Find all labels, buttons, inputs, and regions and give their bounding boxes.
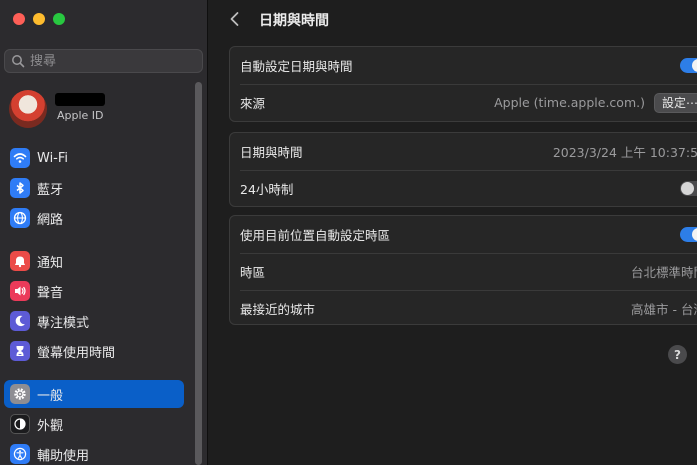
toolbar: 日期與時間: [209, 0, 697, 38]
main-pane: 日期與時間 自動設定日期與時間 來源 Apple (time.apple.com…: [209, 0, 697, 465]
time-zone-group: 使用目前位置自動設定時區 時區 台北標準時間 最接近的城市 高雄市 - 台灣: [229, 215, 697, 325]
time-zone-row: 時區 台北標準時間: [230, 253, 697, 290]
row-label: 使用目前位置自動設定時區: [240, 228, 391, 243]
sidebar: Apple ID Wi‑Fi 藍牙 網路 通知 聲音: [0, 0, 208, 465]
bluetooth-icon: [10, 178, 30, 198]
appearance-icon: [10, 414, 30, 434]
sidebar-item-screen-time[interactable]: 螢幕使用時間: [4, 337, 184, 365]
sidebar-item-network[interactable]: 網路: [4, 204, 184, 232]
sidebar-item-label: 螢幕使用時間: [37, 345, 116, 361]
back-chevron-icon[interactable]: [227, 10, 243, 28]
24-hour-row: 24小時制: [230, 170, 697, 207]
sidebar-item-label: 一般: [37, 388, 64, 404]
closest-city-row: 最接近的城市 高雄市 - 台灣: [230, 290, 697, 327]
sidebar-item-notifications[interactable]: 通知: [4, 247, 184, 275]
gear-icon: [10, 384, 30, 404]
search-icon: [12, 55, 25, 68]
auto-time-zone-row: 使用目前位置自動設定時區: [230, 216, 697, 253]
sidebar-item-label: 網路: [37, 212, 64, 228]
apple-id-account[interactable]: Apple ID: [9, 89, 184, 129]
avatar: [9, 90, 47, 128]
auto-time-group: 自動設定日期與時間 來源 Apple (time.apple.com.) 設定⋯: [229, 46, 697, 122]
auto-set-date-time-toggle[interactable]: [680, 58, 697, 73]
auto-time-zone-toggle[interactable]: [680, 227, 697, 242]
sidebar-item-wifi[interactable]: Wi‑Fi: [4, 144, 184, 172]
row-label: 24小時制: [240, 182, 294, 197]
sidebar-item-label: 外觀: [37, 418, 64, 434]
row-label: 自動設定日期與時間: [240, 59, 353, 74]
sidebar-item-label: 藍牙: [37, 182, 64, 198]
sidebar-scrollbar[interactable]: [195, 82, 202, 465]
sidebar-item-accessibility[interactable]: 輔助使用: [4, 440, 184, 465]
auto-set-date-time-row: 自動設定日期與時間: [230, 47, 697, 84]
sidebar-item-label: 輔助使用: [37, 448, 90, 464]
row-label: 日期與時間: [240, 145, 303, 160]
help-button[interactable]: ?: [668, 345, 687, 364]
row-label: 時區: [240, 265, 266, 280]
moon-icon: [10, 311, 30, 331]
sidebar-item-label: 專注模式: [37, 315, 90, 331]
wifi-icon: [10, 148, 30, 168]
time-zone-value: 台北標準時間: [630, 265, 697, 280]
search-input[interactable]: [30, 53, 190, 69]
set-source-button[interactable]: 設定⋯: [653, 92, 697, 113]
speaker-icon: [10, 281, 30, 301]
zoom-window-button[interactable]: [53, 13, 65, 25]
date-time-group: 日期與時間 2023/3/24 上午 10:37:55 24小時制: [229, 132, 697, 207]
hourglass-icon: [10, 341, 30, 361]
sidebar-item-sound[interactable]: 聲音: [4, 277, 184, 305]
close-window-button[interactable]: [13, 13, 25, 25]
account-subtitle: Apple ID: [57, 109, 104, 122]
globe-icon: [10, 208, 30, 228]
sidebar-item-label: 通知: [37, 255, 64, 271]
sidebar-item-label: Wi‑Fi: [37, 150, 69, 166]
redacted-account-name: [55, 93, 105, 106]
current-date-time-value: 2023/3/24 上午 10:37:55: [552, 145, 697, 160]
24-hour-toggle[interactable]: [680, 181, 697, 196]
search-field[interactable]: [4, 49, 203, 73]
window-controls: [13, 13, 65, 25]
closest-city-value: 高雄市 - 台灣: [631, 302, 697, 317]
accessibility-icon: [10, 444, 30, 464]
source-value: Apple (time.apple.com.): [494, 95, 645, 110]
sidebar-item-general[interactable]: 一般: [4, 380, 184, 408]
sidebar-item-appearance[interactable]: 外觀: [4, 410, 184, 438]
sidebar-item-bluetooth[interactable]: 藍牙: [4, 174, 184, 202]
row-label: 最接近的城市: [240, 302, 316, 317]
sidebar-item-label: 聲音: [37, 285, 64, 301]
row-label: 來源: [240, 96, 266, 111]
source-row: 來源 Apple (time.apple.com.) 設定⋯: [230, 84, 697, 121]
page-title: 日期與時間: [259, 13, 329, 29]
bell-icon: [10, 251, 30, 271]
sidebar-item-focus[interactable]: 專注模式: [4, 307, 184, 335]
date-time-row: 日期與時間 2023/3/24 上午 10:37:55: [230, 133, 697, 170]
minimize-window-button[interactable]: [33, 13, 45, 25]
